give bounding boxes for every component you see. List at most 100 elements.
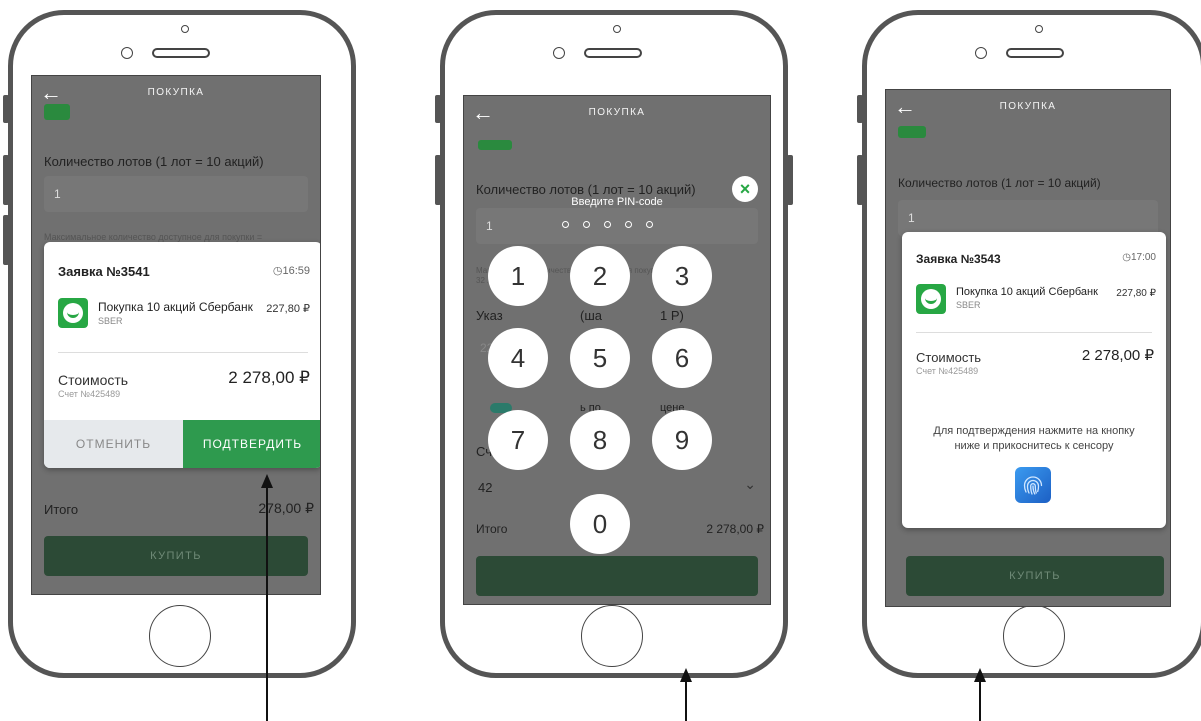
lots-label: Количество лотов (1 лот = 10 акций) (44, 154, 264, 169)
arrow-1 (266, 484, 268, 721)
item-price: 227,80 ₽ (1116, 288, 1156, 299)
pin-key-0[interactable]: 0 (570, 494, 630, 554)
arrow-2 (685, 680, 687, 721)
screen: ← ПОКУПКА Количество лотов (1 лот = 10 а… (463, 95, 771, 605)
lots-input[interactable]: 1 (898, 200, 1158, 236)
account-value: 42 (478, 480, 493, 495)
confirm-hint: Для подтверждения нажмите на кнопку ниже… (933, 425, 1135, 452)
pin-dot (646, 221, 653, 228)
camera-dot (613, 25, 621, 33)
pin-dot (604, 221, 611, 228)
pin-key-7[interactable]: 7 (488, 410, 548, 470)
side-button (787, 155, 793, 205)
home-button[interactable] (149, 605, 211, 667)
close-icon[interactable]: × (732, 176, 758, 202)
item-ticker: SBER (956, 300, 981, 310)
screen: ← ПОКУПКА Количество лотов (1 лот = 10 а… (31, 75, 321, 595)
cost-label: Стоимость (916, 350, 982, 365)
pin-key-6[interactable]: 6 (652, 328, 712, 388)
phone-3: ← ПОКУПКА Количество лотов (1 лот = 10 а… (857, 10, 1201, 678)
lots-label: Количество лотов (1 лот = 10 акций) (476, 182, 696, 197)
max-text: Максимальное количество доступное для по… (44, 232, 263, 242)
home-button[interactable] (1003, 605, 1065, 667)
speaker (152, 48, 210, 58)
cost-value: 2 278,00 ₽ (1081, 347, 1154, 364)
pin-key-1[interactable]: 1 (488, 246, 548, 306)
top-bar: ← ПОКУПКА (464, 96, 770, 132)
buy-button[interactable]: КУПИТЬ (906, 556, 1164, 596)
side-button (3, 95, 9, 123)
arrow-2-head (680, 668, 692, 682)
item-title: Покупка 10 акций Сбербанк (956, 286, 1098, 298)
pin-key-9[interactable]: 9 (652, 410, 712, 470)
cancel-button[interactable]: ОТМЕНИТЬ (44, 420, 183, 468)
pin-key-4[interactable]: 4 (488, 328, 548, 388)
total-label: Итого (44, 502, 79, 517)
lots-value: 1 (908, 211, 915, 225)
stock-logo (44, 104, 70, 120)
order-card: Заявка №3543 ◷17:00 Покупка 10 акций Сбе… (902, 232, 1166, 528)
item-title: Покупка 10 акций Сбербанк (98, 300, 253, 314)
phone-2: ← ПОКУПКА Количество лотов (1 лот = 10 а… (435, 10, 793, 678)
cost-value: 2 278,00 ₽ (228, 368, 310, 387)
front-camera (553, 47, 565, 59)
pin-prompt: Введите PIN-code (571, 196, 663, 208)
lots-input[interactable]: 1 (44, 176, 308, 212)
side-button (435, 155, 441, 205)
page-title: ПОКУПКА (999, 101, 1057, 112)
order-title: Заявка №3543 (916, 252, 1001, 266)
stock-logo (478, 140, 512, 150)
account-number: Счет №425489 (916, 366, 979, 376)
confirm-button[interactable]: ПОДТВЕРДИТЬ (183, 420, 320, 468)
price-label-2: (ша (580, 308, 602, 323)
lots-label: Количество лотов (1 лот = 10 акций) (898, 176, 1101, 190)
phone-1: ← ПОКУПКА Количество лотов (1 лот = 10 а… (3, 10, 356, 678)
pin-dot (583, 221, 590, 228)
screen: ← ПОКУПКА Количество лотов (1 лот = 10 а… (885, 89, 1171, 607)
sber-logo-icon (58, 298, 88, 328)
lots-value: 1 (486, 219, 493, 233)
order-time: ◷16:59 (272, 265, 310, 277)
home-button[interactable] (581, 605, 643, 667)
top-bar: ← ПОКУПКА (886, 90, 1170, 126)
fingerprint-icon[interactable] (1015, 467, 1051, 503)
side-button (435, 95, 441, 123)
front-camera (975, 47, 987, 59)
page-title: ПОКУПКА (147, 87, 205, 98)
pin-dots (562, 221, 653, 228)
pin-dot (562, 221, 569, 228)
item-ticker: SBER (98, 316, 123, 326)
price-label: Указ (476, 308, 503, 323)
pin-key-8[interactable]: 8 (570, 410, 630, 470)
camera-dot (1035, 25, 1043, 33)
front-camera (121, 47, 133, 59)
speaker (1006, 48, 1064, 58)
item-price: 227,80 ₽ (266, 303, 310, 315)
side-button (857, 155, 863, 205)
account-number: Счет №425489 (58, 389, 121, 399)
sber-logo-icon (916, 284, 946, 314)
arrow-3 (979, 680, 981, 721)
buy-button[interactable]: КУПИТЬ (44, 536, 308, 576)
lots-value: 1 (54, 187, 61, 201)
camera-dot (181, 25, 189, 33)
order-card: Заявка №3541 ◷16:59 Покупка 10 акций Сбе… (44, 242, 320, 468)
stock-logo (898, 126, 926, 138)
pin-key-2[interactable]: 2 (570, 246, 630, 306)
buy-button[interactable] (476, 556, 758, 596)
arrow-1-head (261, 474, 273, 488)
side-button (857, 95, 863, 123)
speaker (584, 48, 642, 58)
price-label-3: 1 Р) (660, 308, 684, 323)
cost-label: Стоимость (58, 372, 129, 388)
page-title: ПОКУПКА (588, 107, 646, 118)
side-button (3, 215, 9, 265)
pin-key-3[interactable]: 3 (652, 246, 712, 306)
time-text: 16:59 (282, 265, 310, 277)
top-bar: ← ПОКУПКА (32, 76, 320, 112)
chevron-down-icon[interactable]: ⌄ (744, 476, 756, 493)
fingerprint-svg (1023, 476, 1043, 495)
total-value: 2 278,00 ₽ (706, 522, 764, 536)
pin-key-5[interactable]: 5 (570, 328, 630, 388)
total-label: Итого (476, 522, 508, 536)
